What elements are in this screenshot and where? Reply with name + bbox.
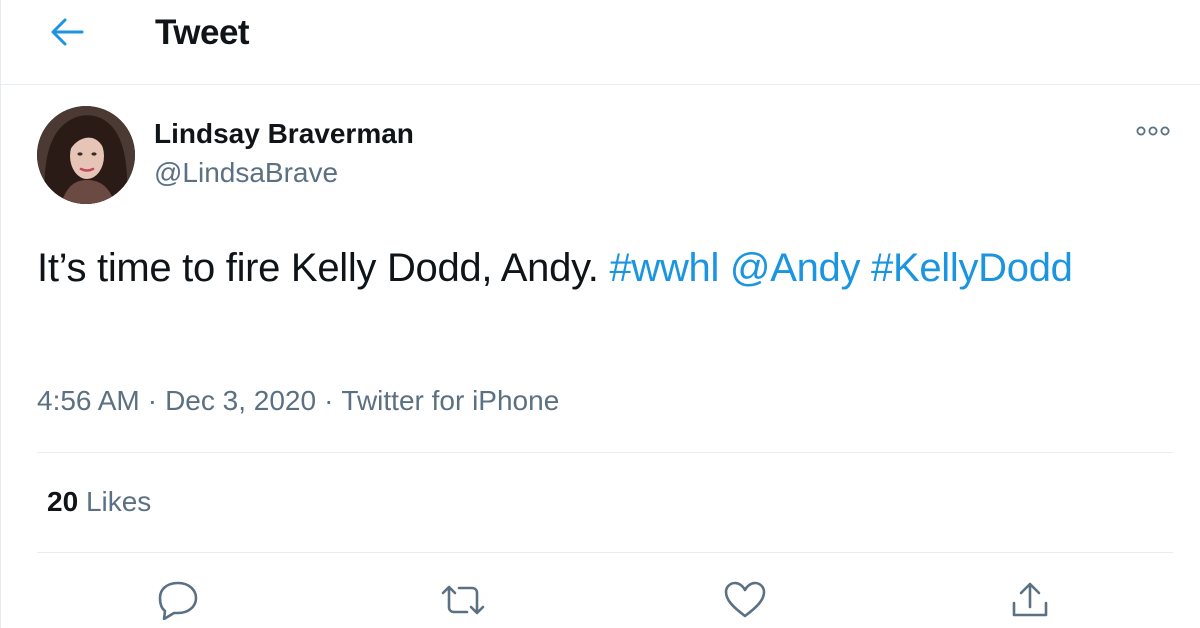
likes-number: 20 <box>47 486 79 517</box>
user-handle[interactable]: @LindsaBrave <box>154 157 338 189</box>
header-bar: Tweet <box>1 0 1200 85</box>
mention-link[interactable]: @Andy <box>730 246 861 290</box>
like-button[interactable] <box>721 578 769 626</box>
reply-icon <box>157 580 199 625</box>
tweet-date[interactable]: Dec 3, 2020 <box>165 385 316 416</box>
share-icon <box>1010 581 1050 624</box>
arrow-left-icon <box>50 17 84 52</box>
reply-button[interactable] <box>154 578 202 626</box>
avatar[interactable] <box>37 106 135 204</box>
tweet-text-segment: It’s time to fire Kelly Dodd, Andy. <box>37 246 610 290</box>
page-title: Tweet <box>155 13 250 52</box>
tweet-time[interactable]: 4:56 AM <box>37 385 140 416</box>
tweet-text-segment <box>719 246 730 290</box>
hashtag-link[interactable]: #KellyDodd <box>871 246 1073 290</box>
back-button[interactable] <box>45 12 89 56</box>
tweet-meta: 4:56 AM · Dec 3, 2020 · Twitter for iPhone <box>37 385 559 417</box>
likes-label: Likes <box>85 486 152 517</box>
retweet-button[interactable] <box>439 578 487 626</box>
tweet-text: It’s time to fire Kelly Dodd, Andy. #wwh… <box>37 238 1167 298</box>
tweet-text-segment <box>860 246 871 290</box>
likes-count[interactable]: 20 Likes <box>47 486 151 518</box>
tweet-page: Tweet Lindsay Braverman @LindsaBrave It’… <box>0 0 1200 628</box>
share-button[interactable] <box>1006 578 1054 626</box>
retweet-icon <box>439 583 487 622</box>
meta-separator: · <box>324 385 334 416</box>
hashtag-link[interactable]: #wwhl <box>609 246 719 290</box>
divider <box>37 552 1173 553</box>
tweet-source[interactable]: Twitter for iPhone <box>341 385 559 416</box>
divider <box>37 452 1173 453</box>
meta-separator: · <box>147 385 158 416</box>
user-name[interactable]: Lindsay Braverman <box>154 118 414 150</box>
more-button[interactable] <box>1129 118 1177 148</box>
heart-icon <box>723 581 767 624</box>
more-icon <box>1136 124 1170 142</box>
